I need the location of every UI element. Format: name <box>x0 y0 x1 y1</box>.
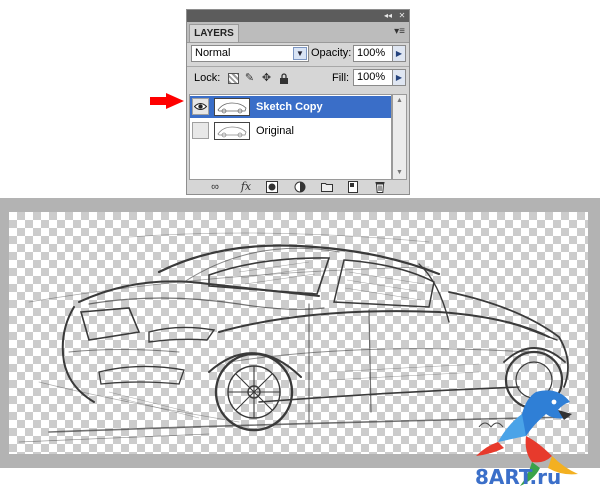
panel-footer: ∞ fx <box>187 180 409 194</box>
lock-all-icon[interactable] <box>278 73 289 84</box>
layer-list: Sketch Copy Original <box>189 94 392 180</box>
link-layers-icon[interactable]: ∞ <box>207 180 223 194</box>
layer-name: Sketch Copy <box>256 101 323 113</box>
fill-arrow-icon[interactable]: ▶ <box>392 69 406 86</box>
opacity-arrow-icon[interactable]: ▶ <box>392 45 406 62</box>
lock-move-icon[interactable]: ✥ <box>261 73 272 84</box>
fill-label: Fill: <box>332 72 350 84</box>
adjustment-layer-icon[interactable] <box>293 180 307 194</box>
collapse-icon[interactable]: ◂◂ <box>383 11 393 21</box>
chevron-down-icon[interactable]: ▼ <box>293 47 307 60</box>
layer-thumbnail <box>214 122 250 140</box>
scroll-up-icon[interactable]: ▲ <box>393 95 406 107</box>
blend-mode-select[interactable]: Normal ▼ <box>191 45 309 62</box>
lock-label: Lock: <box>194 72 221 84</box>
layer-mask-icon[interactable] <box>265 180 279 194</box>
close-icon[interactable]: ✕ <box>397 11 407 21</box>
opacity-label: Opacity: <box>311 47 352 59</box>
blend-mode-value: Normal <box>195 47 231 59</box>
layer-row-sketch-copy[interactable]: Sketch Copy <box>190 96 391 118</box>
tab-bar: LAYERS ▾≡ <box>187 22 409 43</box>
visibility-toggle[interactable] <box>192 122 209 139</box>
layer-list-scrollbar[interactable]: ▲ ▼ <box>392 94 407 180</box>
new-layer-icon[interactable] <box>346 180 360 194</box>
layers-panel: ◂◂ ✕ LAYERS ▾≡ Normal ▼ Opacity: 100% ▶ … <box>186 9 410 195</box>
eye-icon <box>194 103 207 110</box>
red-arrow-icon <box>150 93 184 109</box>
layer-thumbnail <box>214 98 250 116</box>
layer-name: Original <box>256 125 294 137</box>
new-group-icon[interactable] <box>320 180 334 194</box>
panel-titlebar: ◂◂ ✕ <box>187 10 409 22</box>
layer-row-original[interactable]: Original <box>190 120 391 142</box>
lock-brush-icon[interactable]: ✎ <box>244 73 255 84</box>
lock-transparent-icon[interactable] <box>228 73 239 84</box>
scroll-down-icon[interactable]: ▼ <box>393 167 406 179</box>
trash-icon[interactable] <box>373 180 387 194</box>
divider <box>187 66 409 67</box>
watermark-text: 8ART.ru <box>475 465 562 489</box>
fx-icon[interactable]: fx <box>237 180 255 194</box>
panel-menu-icon[interactable]: ▾≡ <box>394 25 405 39</box>
visibility-toggle[interactable] <box>192 98 209 115</box>
tab-layers[interactable]: LAYERS <box>189 24 239 42</box>
